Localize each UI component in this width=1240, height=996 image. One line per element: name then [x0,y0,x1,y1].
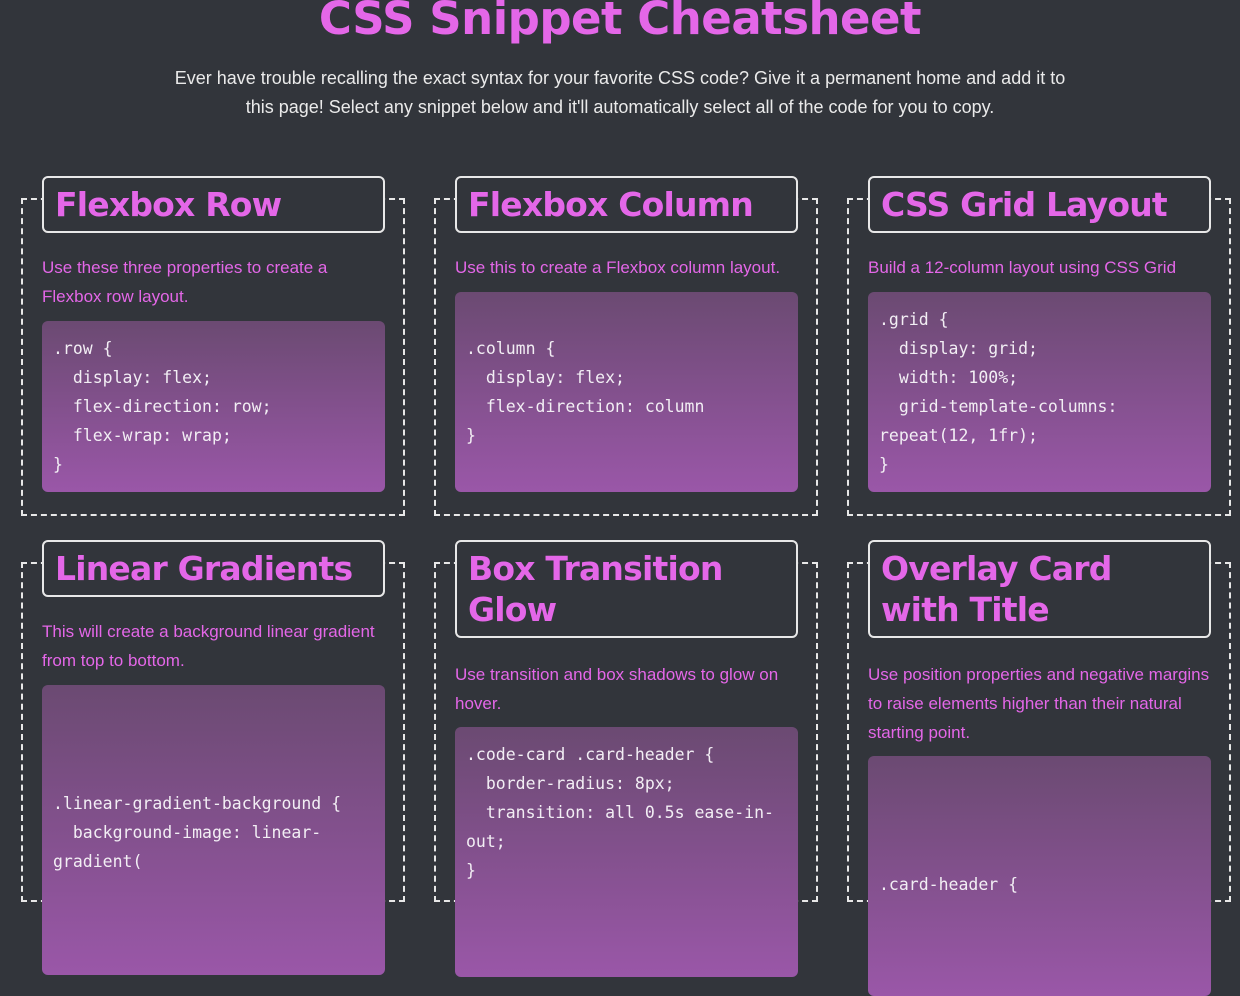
snippet-card-overlay-card-with-title: Overlay Card with Title Use position pro… [847,540,1231,996]
card-header: Flexbox Row [42,176,385,233]
code-text[interactable]: .card-header { [879,870,1018,899]
snippet-card-flexbox-column: Flexbox Column Use this to create a Flex… [434,176,818,516]
page-intro: Ever have trouble recalling the exact sy… [174,68,1066,117]
card-header: Overlay Card with Title [868,540,1211,638]
card-description: Build a 12-column layout using CSS Grid [868,258,1177,277]
code-text[interactable]: .column { display: flex; flex-direction:… [466,334,704,450]
snippet-card-css-grid-layout: CSS Grid Layout Build a 12-column layout… [847,176,1231,516]
code-text[interactable]: .row { display: flex; flex-direction: ro… [53,334,272,479]
code-text[interactable]: .code-card .card-header { border-radius:… [466,740,787,885]
card-description: Use these three properties to create a F… [42,258,328,306]
card-description: Use transition and box shadows to glow o… [455,665,779,713]
code-snippet[interactable]: .column { display: flex; flex-direction:… [455,292,798,492]
card-header: Linear Gradients [42,540,385,597]
page-title: CSS Snippet Cheatsheet [318,0,922,45]
card-description: Use this to create a Flexbox column layo… [455,258,781,277]
snippet-card-flexbox-row: Flexbox Row Use these three properties t… [21,176,405,516]
code-snippet[interactable]: .card-header { [868,756,1211,996]
card-header: CSS Grid Layout [868,176,1211,233]
card-description: This will create a background linear gra… [42,622,375,670]
code-snippet[interactable]: .linear-gradient-background { background… [42,685,385,975]
code-snippet[interactable]: .grid { display: grid; width: 100%; grid… [868,292,1211,492]
snippet-card-linear-gradients: Linear Gradients This will create a back… [21,540,405,975]
card-description: Use position properties and negative mar… [868,665,1210,742]
code-snippet[interactable]: .row { display: flex; flex-direction: ro… [42,321,385,492]
code-text[interactable]: .grid { display: grid; width: 100%; grid… [879,305,1200,479]
code-text[interactable]: .linear-gradient-background { background… [53,789,374,876]
snippet-card-box-transition-glow: Box Transition Glow Use transition and b… [434,540,818,977]
card-header: Flexbox Column [455,176,798,233]
card-header: Box Transition Glow [455,540,798,638]
code-snippet[interactable]: .code-card .card-header { border-radius:… [455,727,798,977]
